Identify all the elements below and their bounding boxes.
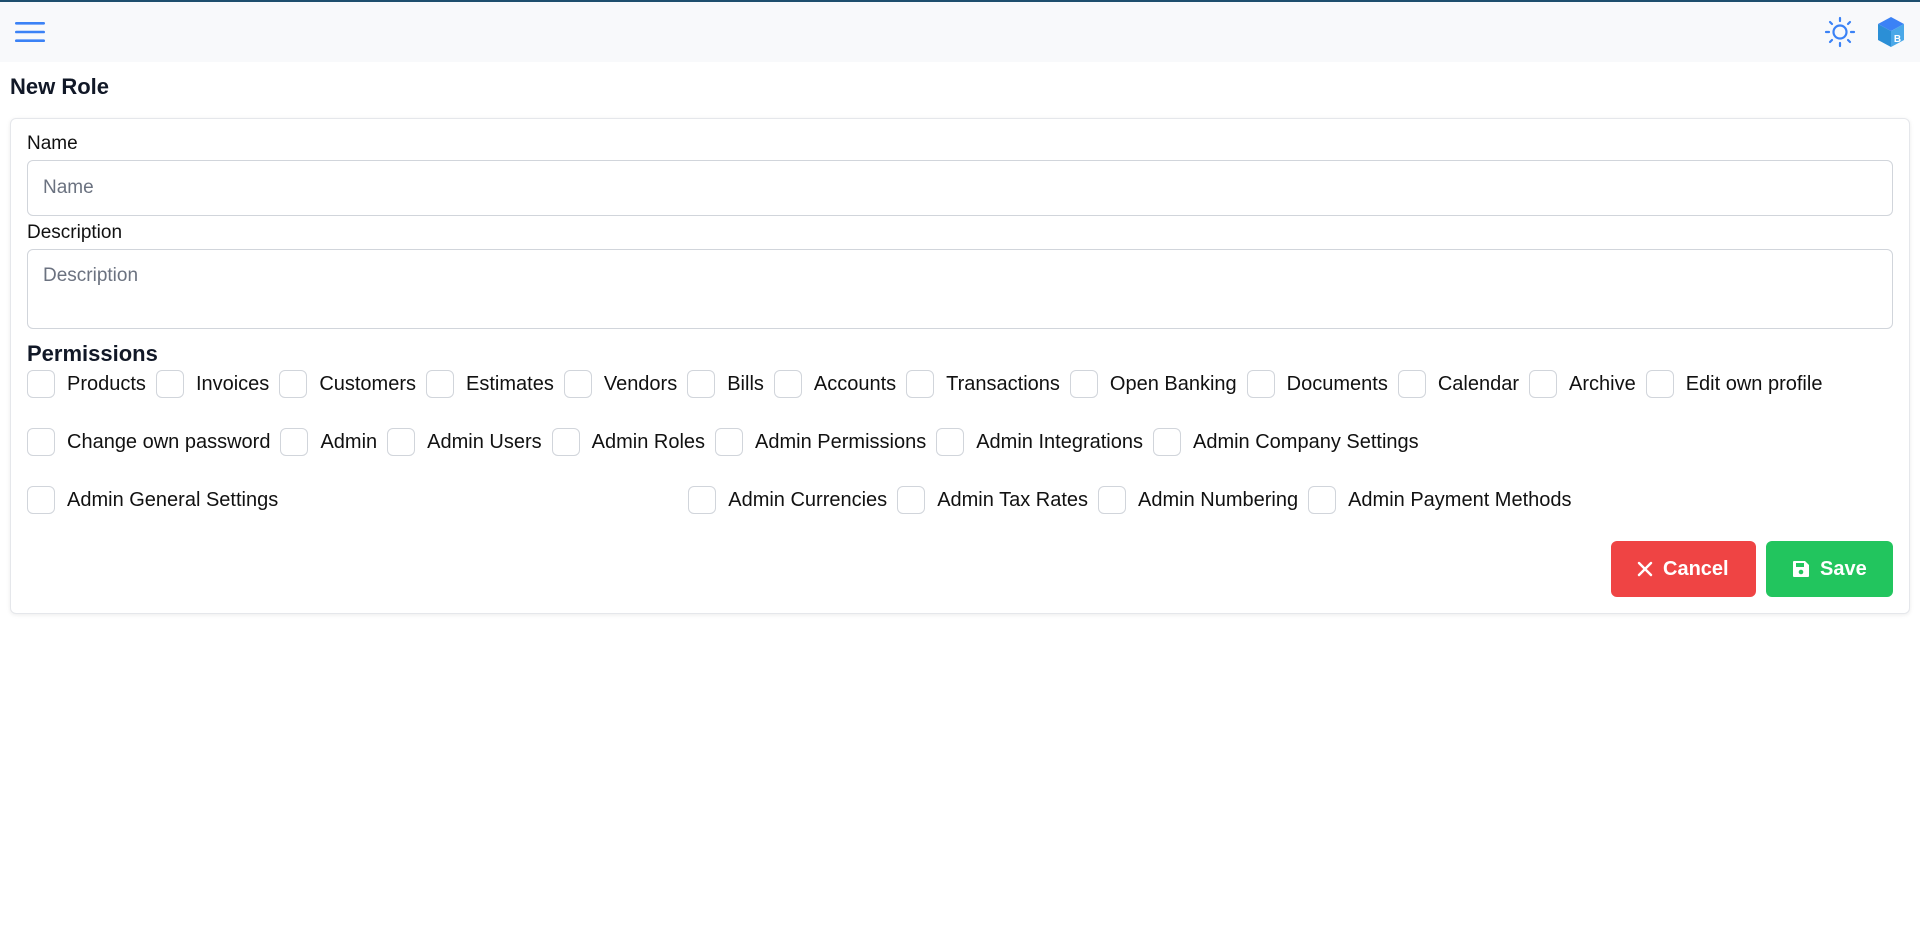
permission-item[interactable]: Change own password — [27, 427, 270, 457]
permission-label: Customers — [319, 372, 417, 395]
cancel-button[interactable]: Cancel — [1611, 541, 1756, 597]
permission-checkbox[interactable] — [426, 370, 455, 398]
permission-label: Invoices — [195, 372, 270, 395]
permission-label: Transactions — [946, 372, 1060, 395]
hamburger-menu-icon — [15, 22, 45, 42]
permission-item[interactable]: Admin Users — [387, 427, 542, 457]
permission-label: Admin General Settings — [67, 488, 279, 511]
description-textarea[interactable] — [27, 249, 1893, 329]
permission-item[interactable]: Accounts — [773, 369, 897, 399]
permission-checkbox[interactable] — [27, 370, 55, 398]
permission-item[interactable]: Admin General Settings — [27, 485, 278, 515]
permission-checkbox[interactable] — [1246, 370, 1275, 398]
permission-checkbox[interactable] — [27, 486, 55, 514]
save-button[interactable]: Save — [1766, 541, 1893, 597]
permission-item[interactable]: Calendar — [1397, 369, 1519, 399]
app-logo[interactable]: B — [1876, 15, 1906, 49]
permission-checkbox[interactable] — [936, 428, 965, 456]
permission-label: Bills — [727, 372, 764, 395]
permission-checkbox[interactable] — [563, 370, 592, 398]
permission-checkbox[interactable] — [1098, 486, 1126, 514]
permission-item[interactable]: Admin Payment Methods — [1308, 485, 1572, 515]
permission-label: Edit own profile — [1685, 372, 1823, 395]
permission-item[interactable]: Admin Permissions — [715, 427, 926, 457]
permission-item[interactable]: Estimates — [426, 369, 554, 399]
permission-checkbox[interactable] — [1069, 370, 1098, 398]
permission-checkbox[interactable] — [688, 486, 717, 514]
permission-checkbox[interactable] — [906, 370, 935, 398]
permission-label: Vendors — [603, 372, 678, 395]
permission-label: Admin Integrations — [976, 430, 1143, 453]
permission-item[interactable]: Customers — [279, 369, 416, 399]
permission-item[interactable]: Admin Tax Rates — [897, 485, 1088, 515]
permission-item[interactable]: Documents — [1246, 369, 1388, 399]
permissions-heading: Permissions — [27, 341, 158, 366]
permission-label: Admin Tax Rates — [937, 488, 1088, 511]
permission-label: Change own password — [67, 430, 271, 453]
permission-item[interactable]: Admin — [280, 427, 377, 457]
permission-item[interactable]: Invoices — [155, 369, 270, 399]
permission-checkbox[interactable] — [1152, 428, 1181, 456]
permission-checkbox[interactable] — [387, 428, 416, 456]
permission-item[interactable]: Edit own profile — [1645, 369, 1823, 399]
close-icon — [1637, 561, 1653, 577]
permission-checkbox[interactable] — [551, 428, 580, 456]
description-label: Description — [27, 222, 123, 243]
svg-text:B: B — [1894, 34, 1901, 45]
permission-checkbox[interactable] — [155, 370, 184, 398]
permission-checkbox[interactable] — [280, 428, 309, 456]
permission-item[interactable]: Products — [27, 369, 146, 399]
permission-checkbox[interactable] — [1645, 370, 1674, 398]
permission-checkbox[interactable] — [715, 428, 744, 456]
permission-checkbox[interactable] — [1308, 486, 1337, 514]
permission-label: Estimates — [466, 372, 554, 395]
top-navbar: B — [0, 2, 1920, 62]
permission-item[interactable]: Open Banking — [1069, 369, 1237, 399]
permission-item[interactable]: Bills — [687, 369, 764, 399]
permission-item[interactable]: Admin Integrations — [936, 427, 1143, 457]
page-title: New Role — [10, 74, 110, 99]
permission-label: Admin Payment Methods — [1348, 488, 1572, 511]
cancel-label: Cancel — [1663, 557, 1729, 580]
save-label: Save — [1820, 557, 1867, 580]
permission-label: Accounts — [813, 372, 897, 395]
permission-checkbox[interactable] — [897, 486, 926, 514]
cube-b-logo-icon: B — [1878, 17, 1904, 47]
permissions-list: Products Invoices Customers Estimates Ve… — [27, 369, 1907, 515]
floppy-disk-icon — [1793, 561, 1809, 577]
permission-checkbox[interactable] — [1397, 370, 1426, 398]
permission-checkbox[interactable] — [687, 370, 716, 398]
permission-item[interactable]: Admin Company Settings — [1152, 427, 1419, 457]
theme-toggle-button[interactable] — [1824, 16, 1856, 48]
permission-label: Admin Numbering — [1138, 488, 1299, 511]
menu-toggle-button[interactable] — [14, 18, 46, 46]
permission-item[interactable]: Vendors — [563, 369, 678, 399]
permission-checkbox[interactable] — [773, 370, 802, 398]
permission-label: Products — [67, 372, 146, 395]
role-form-card: Name Description Permissions Products In… — [10, 118, 1910, 614]
permission-label: Admin Users — [427, 430, 542, 453]
permission-label: Admin Permissions — [755, 430, 927, 453]
permission-checkbox[interactable] — [1529, 370, 1557, 398]
permission-label: Admin Currencies — [728, 488, 888, 511]
permission-checkbox[interactable] — [279, 370, 308, 398]
permission-item[interactable]: Admin Roles — [551, 427, 706, 457]
permission-label: Admin Roles — [591, 430, 706, 453]
permission-label: Open Banking — [1109, 372, 1237, 395]
permission-label: Documents — [1286, 372, 1388, 395]
permission-item[interactable]: Admin Numbering — [1098, 485, 1298, 515]
permission-item[interactable]: Archive — [1529, 369, 1636, 399]
permission-label: Admin Company Settings — [1192, 430, 1419, 453]
name-label: Name — [27, 133, 78, 154]
permission-item[interactable]: Admin Currencies — [688, 485, 887, 515]
name-input[interactable] — [27, 160, 1893, 216]
permission-label: Admin — [320, 430, 378, 453]
permission-checkbox[interactable] — [27, 428, 55, 456]
sun-icon — [1824, 16, 1856, 48]
permission-label: Calendar — [1437, 372, 1519, 395]
permission-label: Archive — [1569, 372, 1636, 395]
permission-item[interactable]: Transactions — [906, 369, 1060, 399]
form-actions: Cancel Save — [27, 541, 1893, 597]
